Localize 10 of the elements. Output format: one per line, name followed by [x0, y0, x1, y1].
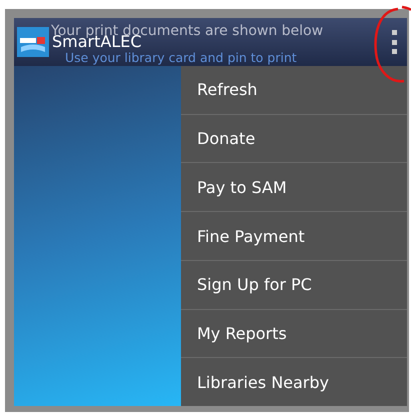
menu-item[interactable]: Donate: [181, 114, 407, 164]
logo-icon: [17, 27, 49, 57]
menu-item[interactable]: Fine Payment: [181, 212, 407, 261]
menu-item[interactable]: Refresh: [181, 66, 407, 115]
menu-item[interactable]: Pay to SAM: [181, 163, 407, 212]
menu-item[interactable]: My Reports: [181, 310, 407, 358]
app-hint: Use your library card and pin to print: [65, 50, 297, 65]
overflow-menu-icon[interactable]: [389, 30, 399, 54]
menu-item[interactable]: Sign Up for PC: [181, 260, 407, 310]
menu-item[interactable]: Libraries Nearby: [181, 358, 407, 406]
